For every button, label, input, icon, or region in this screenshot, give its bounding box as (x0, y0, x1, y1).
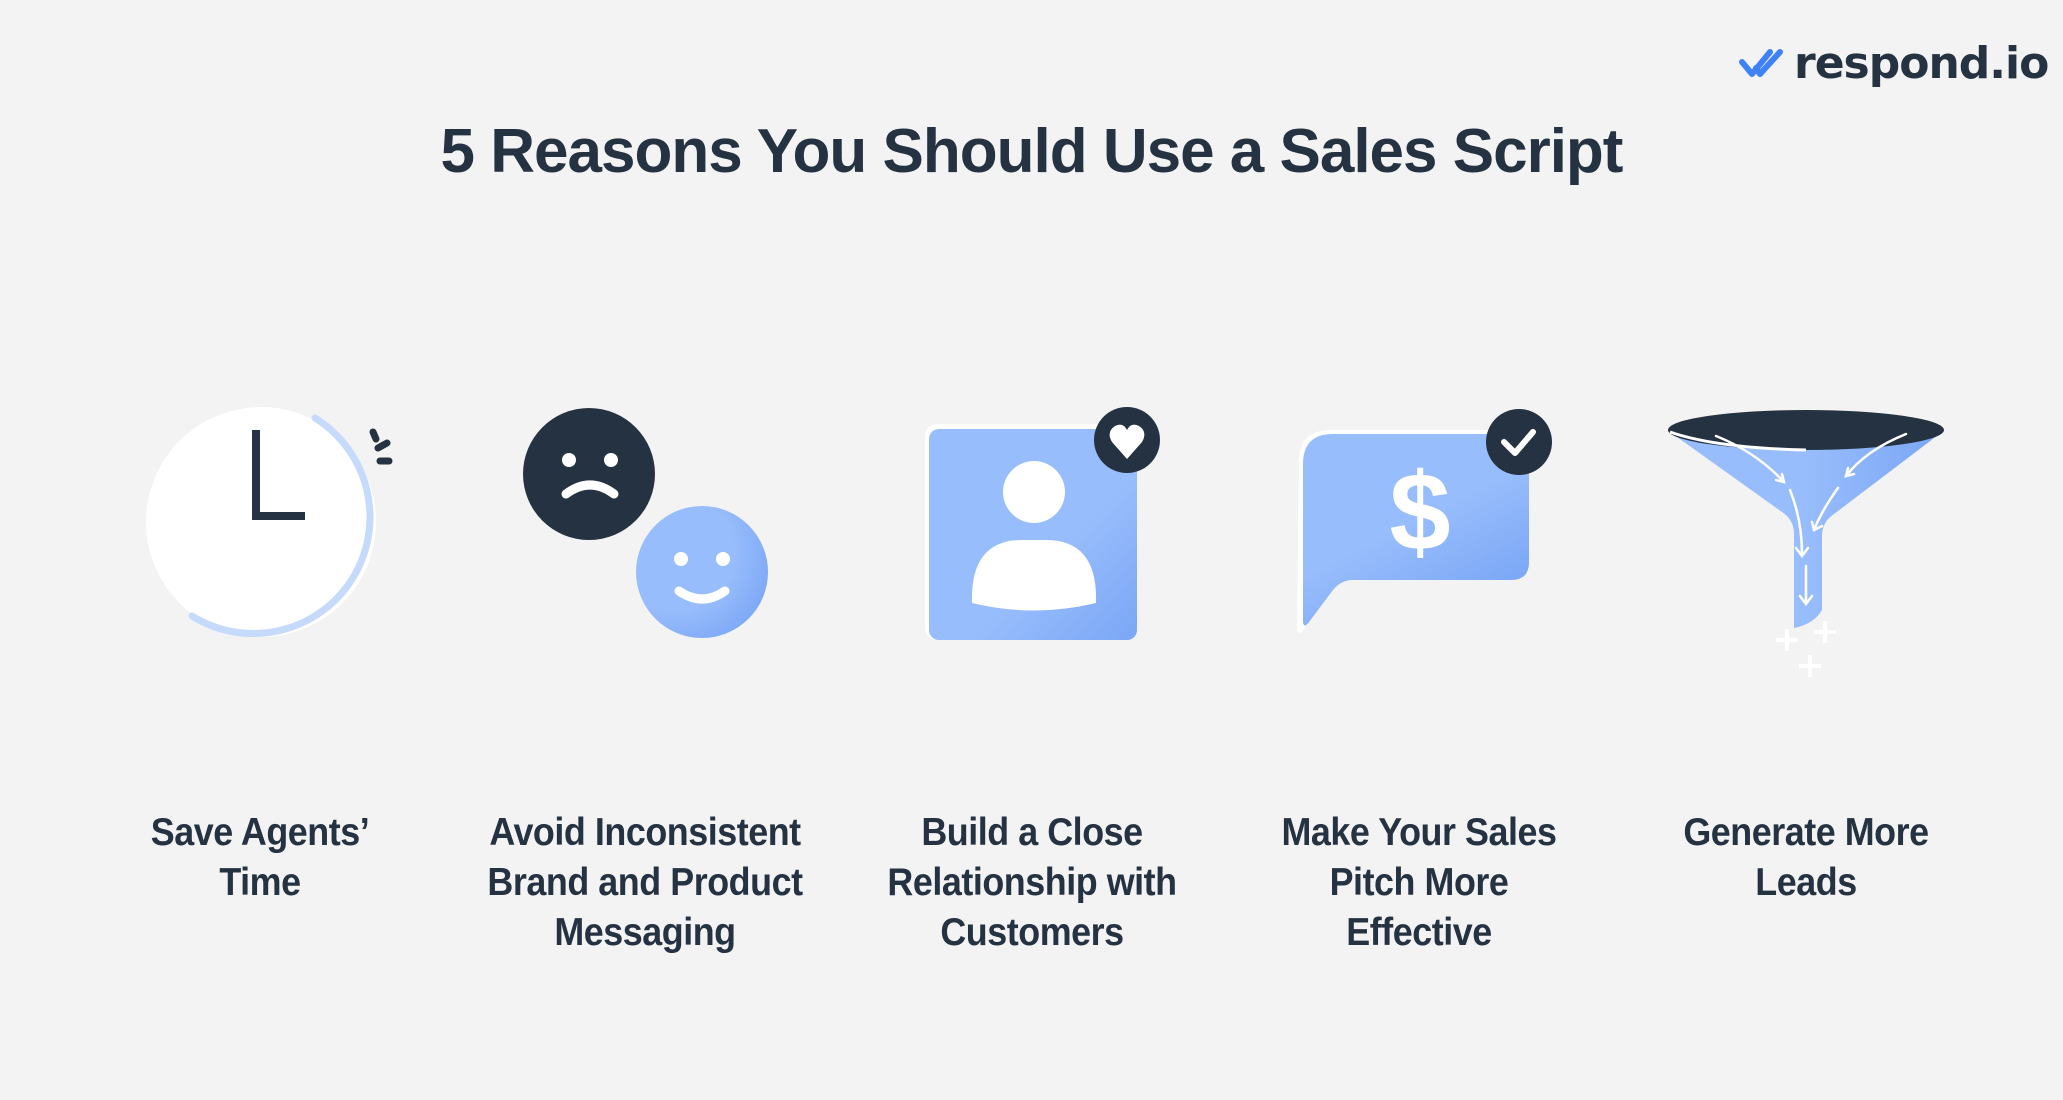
sad-face-icon (523, 408, 655, 540)
reason-label: Save Agents’ Time (150, 811, 370, 904)
funnel-icon (1668, 410, 1944, 677)
svg-text:$: $ (1389, 451, 1450, 574)
reason-label: Avoid Inconsistent Brand and Product Mes… (487, 811, 803, 954)
brand-name: respond.io (1794, 38, 2049, 89)
reason-item: Build a Close Relationship with Customer… (852, 380, 1212, 1100)
happy-face-icon (636, 506, 768, 638)
sad-happy-faces-icon (523, 408, 768, 638)
reason-item: $ Make Your Sales Pitch More Effective (1239, 380, 1599, 1100)
heart-badge-icon (1094, 407, 1160, 473)
dollar-chat-bubble-check-icon: $ (1297, 409, 1552, 633)
reason-item: Generate More Leads (1626, 380, 1986, 1100)
reason-label: Build a Close Relationship with Customer… (887, 811, 1177, 954)
reason-label: Make Your Sales Pitch More Effective (1281, 811, 1557, 954)
brand-logo: respond.io (1738, 38, 2049, 90)
contact-card-heart-icon (925, 407, 1160, 640)
check-badge-icon (1486, 409, 1552, 475)
double-check-icon (1739, 49, 1783, 77)
page-title: 5 Reasons You Should Use a Sales Script (440, 117, 1624, 186)
reason-item: Save Agents’ Time (80, 380, 440, 1100)
reason-label: Generate More Leads (1683, 811, 1929, 904)
reason-item: Avoid Inconsistent Brand and Product Mes… (465, 380, 825, 1100)
sparkle-icons (1776, 621, 1836, 677)
clock-icon (146, 407, 393, 638)
